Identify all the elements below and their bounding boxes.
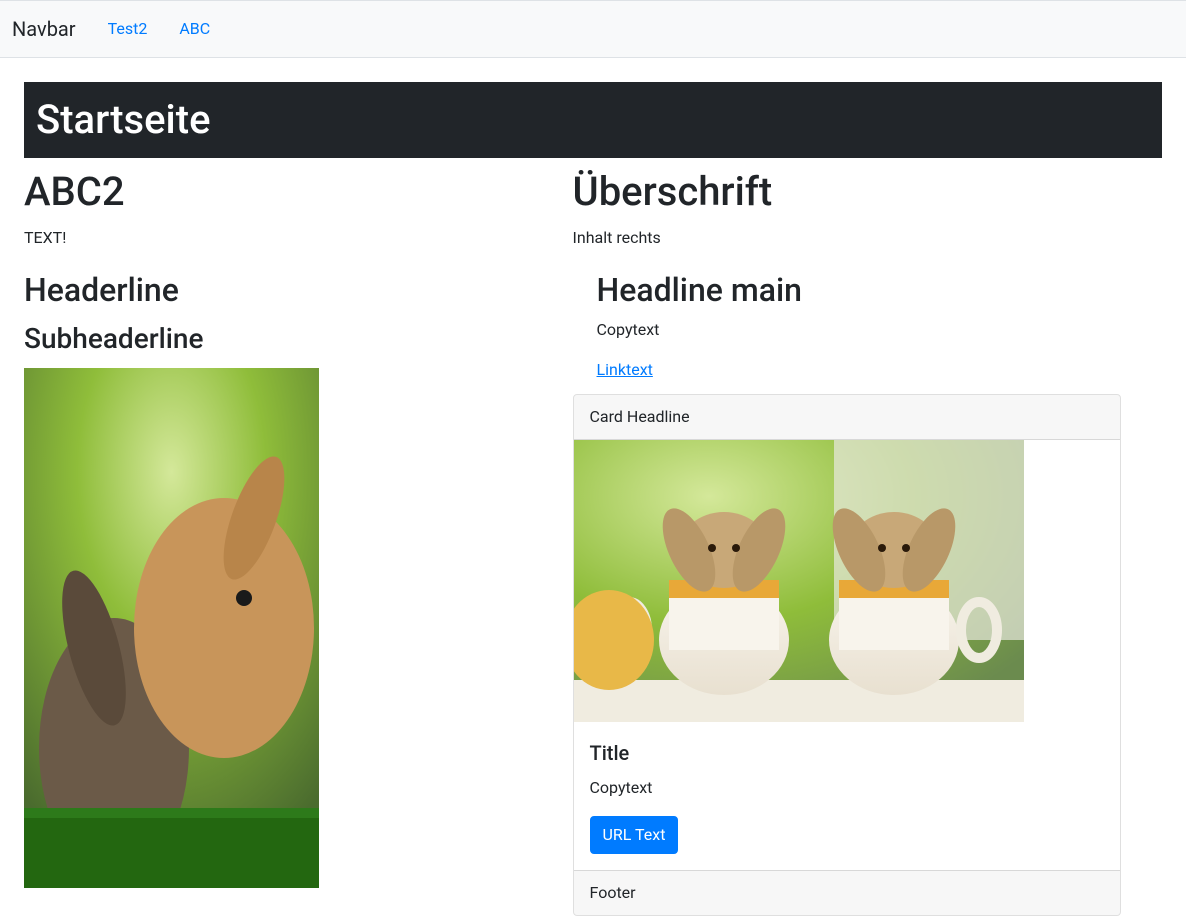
left-column: ABC2 TEXT! Headerline Subheaderline bbox=[24, 158, 573, 916]
card-header: Card Headline bbox=[574, 395, 1121, 440]
right-column: Überschrift Inhalt rechts Headline main … bbox=[573, 158, 1122, 916]
card-title: Title bbox=[590, 738, 1105, 768]
right-title: Überschrift bbox=[573, 162, 1122, 222]
inner-section: Headline main Copytext Linktext bbox=[573, 266, 1122, 382]
navbar: Navbar Test2 ABC bbox=[0, 0, 1186, 58]
page-title: Startseite bbox=[36, 90, 1150, 150]
nav-link-test2[interactable]: Test2 bbox=[92, 9, 164, 49]
inner-copytext: Copytext bbox=[597, 318, 1122, 342]
navbar-brand[interactable]: Navbar bbox=[12, 14, 76, 44]
card: Card Headline bbox=[573, 394, 1122, 916]
left-image bbox=[24, 368, 319, 888]
linktext[interactable]: Linktext bbox=[597, 360, 653, 379]
card-button[interactable]: URL Text bbox=[590, 816, 679, 854]
headerline: Headerline bbox=[24, 266, 561, 314]
card-copytext: Copytext bbox=[590, 776, 1105, 800]
content-row: ABC2 TEXT! Headerline Subheaderline bbox=[24, 158, 1162, 916]
page-header: Startseite bbox=[24, 82, 1162, 158]
card-image bbox=[574, 440, 1024, 722]
right-text: Inhalt rechts bbox=[573, 226, 1122, 250]
left-title: ABC2 bbox=[24, 162, 561, 222]
main-container: Startseite ABC2 TEXT! Headerline Subhead… bbox=[0, 58, 1186, 916]
card-footer: Footer bbox=[574, 870, 1121, 915]
card-body: Title Copytext URL Text bbox=[574, 722, 1121, 870]
nav-link-abc[interactable]: ABC bbox=[163, 9, 226, 49]
headline-main: Headline main bbox=[597, 266, 1122, 314]
subheaderline: Subheaderline bbox=[24, 318, 561, 360]
left-text: TEXT! bbox=[24, 226, 561, 250]
